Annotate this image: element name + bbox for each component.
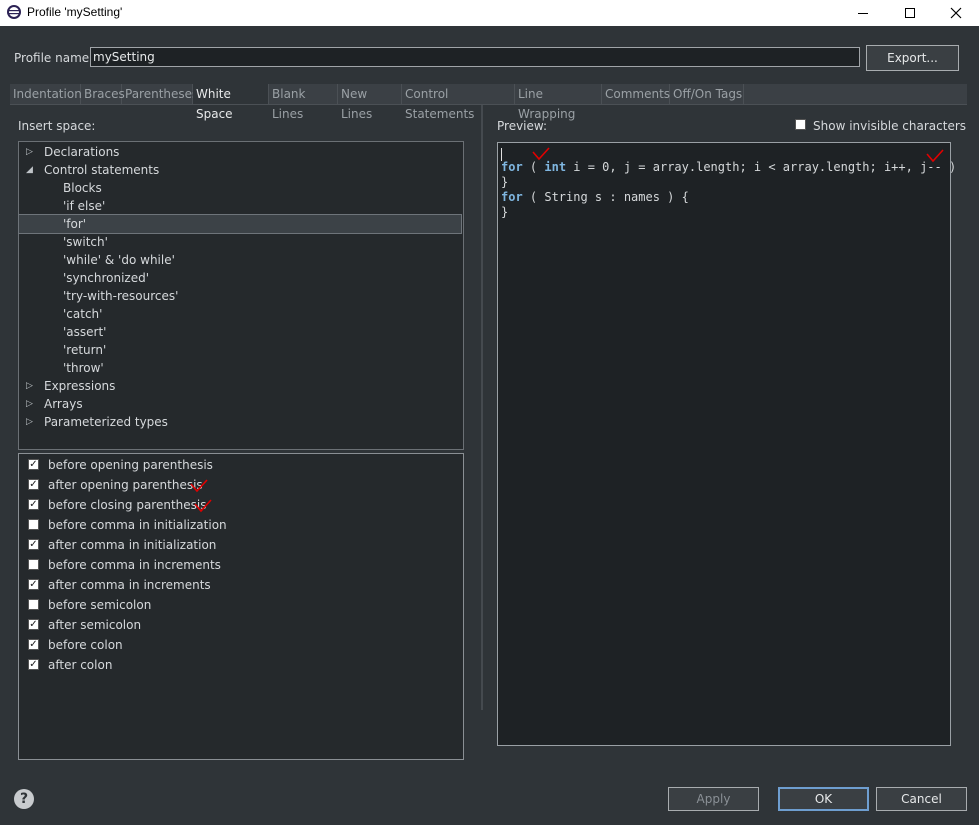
tree-item-while[interactable]: 'while' & 'do while' (19, 251, 461, 269)
checkbox[interactable]: ✓ (28, 459, 39, 470)
window-title: Profile 'mySetting' (27, 5, 123, 19)
maximize-button[interactable] (887, 0, 933, 26)
checkbox[interactable]: ✓ (28, 639, 39, 650)
ok-button[interactable]: OK (778, 787, 869, 811)
options-list: ✓ before opening parenthesis ✓ after openi… (18, 453, 464, 760)
red-check-annotation-icon (194, 499, 212, 513)
title-bar: Profile 'mySetting' (0, 0, 979, 26)
tree-item-expressions[interactable]: ▷ Expressions (19, 377, 461, 395)
checkbox[interactable] (28, 599, 39, 610)
code-line: for ( int i = 0, j = array.length; i < a… (501, 160, 957, 174)
checkbox[interactable]: ✓ (28, 539, 39, 550)
tree-item-for[interactable]: 'for' (18, 214, 462, 234)
minimize-icon (858, 13, 868, 14)
export-button[interactable]: Export... (866, 45, 959, 71)
checkbox[interactable]: ✓ (28, 659, 39, 670)
code-line: } (501, 205, 509, 219)
tree-item-try-with-resources[interactable]: 'try-with-resources' (19, 287, 461, 305)
tab-white-space[interactable]: White Space (193, 84, 269, 121)
minimize-button[interactable] (840, 0, 886, 26)
tree-item-parameterized-types[interactable]: ▷ Parameterized types (19, 413, 461, 431)
tree-item-arrays[interactable]: ▷ Arrays (19, 395, 461, 413)
tab-comments[interactable]: Comments (602, 84, 670, 104)
tab-indentation[interactable]: Indentation (10, 84, 82, 104)
checkbox[interactable]: ✓ (28, 499, 39, 510)
red-check-annotation-icon (190, 479, 208, 493)
insert-space-label: Insert space: (18, 119, 96, 133)
tree-item-switch[interactable]: 'switch' (19, 233, 461, 251)
help-icon[interactable]: ? (14, 789, 34, 809)
profile-name-input[interactable] (90, 47, 860, 67)
insert-space-tree[interactable]: ▷ Declarations ◢ Control statements Bloc… (18, 141, 464, 450)
tree-item-if-else[interactable]: 'if else' (19, 197, 461, 215)
tree-item-control-statements[interactable]: ◢ Control statements (19, 161, 461, 179)
show-invisible-checkbox[interactable] (795, 119, 806, 130)
expand-arrow-icon[interactable]: ▷ (26, 413, 33, 431)
maximize-icon (905, 8, 915, 18)
tree-item-synchronized[interactable]: 'synchronized' (19, 269, 461, 287)
preview-editor[interactable]: for ( int i = 0, j = array.length; i < a… (497, 142, 956, 746)
expand-arrow-icon[interactable]: ▷ (26, 143, 33, 161)
tab-new-lines[interactable]: New Lines (338, 84, 402, 121)
tab-line-wrapping[interactable]: Line Wrapping (515, 84, 602, 121)
code-line: } (501, 175, 509, 189)
checkbox[interactable]: ✓ (28, 619, 39, 630)
tree-item-return[interactable]: 'return' (19, 341, 461, 359)
expand-arrow-icon[interactable]: ▷ (26, 395, 33, 413)
profile-name-label: Profile name: (14, 51, 94, 65)
tree-item-throw[interactable]: 'throw' (19, 359, 461, 377)
tab-blank-lines[interactable]: Blank Lines (269, 84, 338, 121)
preview-label: Preview: (497, 119, 548, 133)
splitter[interactable] (481, 105, 483, 710)
cancel-button[interactable]: Cancel (876, 787, 967, 811)
tree-item-assert[interactable]: 'assert' (19, 323, 461, 341)
checkbox[interactable] (28, 519, 39, 530)
close-button[interactable] (933, 0, 979, 26)
tab-braces[interactable]: Braces (81, 84, 125, 104)
show-invisible-label[interactable]: Show invisible characters (813, 119, 966, 133)
collapse-arrow-icon[interactable]: ◢ (26, 161, 33, 179)
tab-control-statements[interactable]: Control Statements (402, 84, 515, 121)
tree-item-declarations[interactable]: ▷ Declarations (19, 143, 461, 161)
red-check-annotation-icon (532, 147, 550, 161)
code-line: for ( String s : names ) { (501, 190, 689, 204)
eclipse-app-icon (6, 4, 22, 20)
tab-parentheses[interactable]: Parentheses (122, 84, 198, 104)
close-icon (950, 7, 962, 19)
apply-button[interactable]: Apply (668, 787, 759, 811)
checkbox[interactable]: ✓ (28, 479, 39, 490)
checkbox[interactable] (28, 559, 39, 570)
expand-arrow-icon[interactable]: ▷ (26, 377, 33, 395)
checkbox[interactable]: ✓ (28, 579, 39, 590)
tab-bar: Indentation Braces Parentheses White Spa… (10, 84, 967, 121)
red-check-annotation-icon (926, 149, 944, 163)
tab-off-on-tags[interactable]: Off/On Tags (670, 84, 744, 104)
tree-item-catch[interactable]: 'catch' (19, 305, 461, 323)
tree-item-blocks[interactable]: Blocks (19, 179, 461, 197)
